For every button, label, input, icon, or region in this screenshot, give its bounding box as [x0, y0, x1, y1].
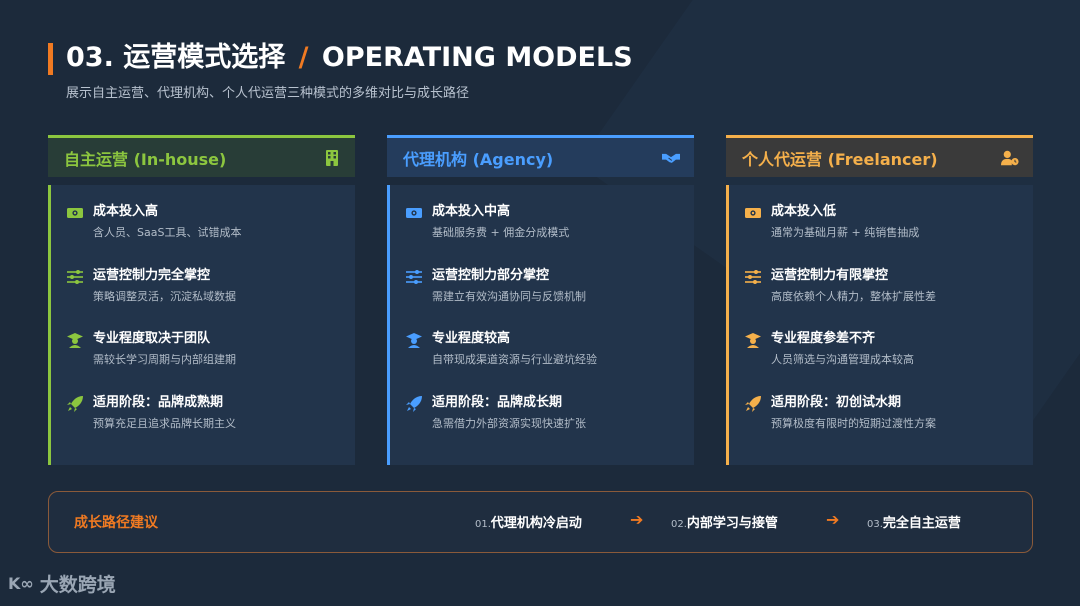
list-item: 成本投入中高基础服务费 + 佣金分成模式	[405, 203, 682, 267]
growth-step-3: 03.完全自主运营	[867, 512, 961, 531]
item-desc: 高度依赖个人精力，整体扩展性差	[771, 289, 936, 303]
list-item: 运营控制力部分掌控需建立有效沟通协同与反馈机制	[405, 267, 682, 331]
sliders-icon	[66, 268, 84, 286]
item-title: 运营控制力完全掌控	[93, 267, 211, 283]
column-body: 成本投入高含人员、SaaS工具、试错成本 运营控制力完全掌控策略调整灵活，沉淀私…	[48, 185, 355, 465]
item-desc: 策略调整灵活，沉淀私域数据	[93, 289, 236, 303]
rocket-icon	[66, 395, 84, 413]
item-title: 运营控制力有限掌控	[771, 267, 889, 283]
title-cn: 03. 运营模式选择	[66, 42, 286, 73]
item-desc: 需较长学习周期与内部组建期	[93, 353, 236, 366]
handshake-icon	[662, 149, 680, 167]
column-agency: 代理机构 (Agency) 成本投入中高基础服务费 + 佣金分成模式 运营控制力…	[387, 135, 694, 465]
column-inhouse: 自主运营 (In-house) 成本投入高含人员、SaaS工具、试错成本 运营控…	[48, 135, 355, 465]
user-clock-icon	[1001, 149, 1019, 167]
item-desc: 预算极度有限时的短期过渡性方案	[771, 416, 936, 430]
step-number: 01.	[475, 519, 491, 530]
item-desc: 人员筛选与沟通管理成本较高	[771, 353, 914, 366]
page-subtitle: 展示自主运营、代理机构、个人代运营三种模式的多维对比与成长路径	[66, 86, 470, 101]
arrow-right-icon: ➔	[826, 510, 840, 529]
sliders-icon	[744, 268, 762, 286]
item-desc: 基础服务费 + 佣金分成模式	[432, 226, 570, 239]
column-title: 自主运营 (In-house)	[64, 149, 227, 169]
column-header: 代理机构 (Agency)	[387, 135, 694, 177]
step-number: 02.	[671, 519, 687, 530]
item-desc: 含人员、SaaS工具、试错成本	[93, 226, 242, 239]
graduate-icon	[744, 331, 762, 349]
item-title: 成本投入中高	[432, 204, 511, 219]
column-body: 成本投入中高基础服务费 + 佣金分成模式 运营控制力部分掌控需建立有效沟通协同与…	[387, 185, 694, 465]
column-header: 自主运营 (In-house)	[48, 135, 355, 177]
brand-logo: K∞ 大数跨境	[8, 570, 116, 597]
item-desc: 需建立有效沟通协同与反馈机制	[432, 289, 586, 303]
money-icon	[405, 204, 423, 222]
graduate-icon	[405, 331, 423, 349]
growth-step-2: 02.内部学习与接管	[671, 512, 778, 531]
item-title: 专业程度取决于团队	[93, 331, 211, 346]
step-number: 03.	[867, 519, 883, 530]
growth-step-1: 01.代理机构冷启动	[475, 512, 582, 531]
item-title: 成本投入高	[93, 204, 159, 219]
item-title: 适用阶段：初创试水期	[771, 394, 902, 410]
item-title: 适用阶段：品牌成长期	[432, 394, 563, 410]
column-freelancer: 个人代运营 (Freelancer) 成本投入低通常为基础月薪 + 纯销售抽成 …	[726, 135, 1033, 465]
rocket-icon	[405, 395, 423, 413]
column-title: 个人代运营 (Freelancer)	[742, 149, 938, 169]
money-icon	[744, 204, 762, 222]
column-title: 代理机构 (Agency)	[403, 149, 554, 169]
list-item: 运营控制力有限掌控高度依赖个人精力，整体扩展性差	[744, 267, 1021, 331]
list-item: 专业程度参差不齐人员筛选与沟通管理成本较高	[744, 330, 1021, 394]
growth-path-box: 成长路径建议 01.代理机构冷启动 ➔ 02.内部学习与接管 ➔ 03.完全自主…	[48, 491, 1033, 553]
column-body: 成本投入低通常为基础月薪 + 纯销售抽成 运营控制力有限掌控高度依赖个人精力，整…	[726, 185, 1033, 465]
title-accent-bar	[48, 43, 53, 75]
graduate-icon	[66, 331, 84, 349]
step-text: 代理机构冷启动	[490, 516, 582, 531]
list-item: 专业程度较高自带现成渠道资源与行业避坑经验	[405, 330, 682, 394]
item-title: 专业程度较高	[432, 331, 511, 346]
list-item: 适用阶段：初创试水期预算极度有限时的短期过渡性方案	[744, 394, 1021, 458]
sliders-icon	[405, 268, 423, 286]
title-en: OPERATING MODELS	[321, 42, 633, 73]
rocket-icon	[744, 395, 762, 413]
item-title: 专业程度参差不齐	[771, 331, 876, 346]
item-title: 成本投入低	[771, 204, 837, 219]
page-title: 03. 运营模式选择 / OPERATING MODELS	[66, 40, 633, 76]
money-icon	[66, 204, 84, 222]
building-icon	[323, 149, 341, 167]
logo-text: 大数跨境	[39, 574, 116, 596]
step-text: 完全自主运营	[882, 516, 961, 531]
list-item: 适用阶段：品牌成长期急需借力外部资源实现快速扩张	[405, 394, 682, 458]
column-header: 个人代运营 (Freelancer)	[726, 135, 1033, 177]
list-item: 适用阶段：品牌成熟期 预算充足且追求品牌长期主义	[66, 394, 343, 458]
item-title: 运营控制力部分掌控	[432, 267, 550, 283]
item-desc: 急需借力外部资源实现快速扩张	[432, 416, 586, 430]
item-desc: 自带现成渠道资源与行业避坑经验	[432, 353, 597, 366]
step-text: 内部学习与接管	[686, 516, 778, 531]
title-separator: /	[298, 42, 309, 73]
list-item: 成本投入高含人员、SaaS工具、试错成本	[66, 203, 343, 267]
logo-mark: K∞	[8, 574, 34, 593]
item-desc: 预算充足且追求品牌长期主义	[93, 416, 236, 430]
list-item: 成本投入低通常为基础月薪 + 纯销售抽成	[744, 203, 1021, 267]
arrow-right-icon: ➔	[630, 510, 644, 529]
item-title: 适用阶段：品牌成熟期	[93, 394, 224, 410]
growth-path-label: 成长路径建议	[74, 515, 158, 531]
item-desc: 通常为基础月薪 + 纯销售抽成	[771, 226, 920, 239]
list-item: 专业程度取决于团队需较长学习周期与内部组建期	[66, 330, 343, 394]
list-item: 运营控制力完全掌控策略调整灵活，沉淀私域数据	[66, 267, 343, 331]
